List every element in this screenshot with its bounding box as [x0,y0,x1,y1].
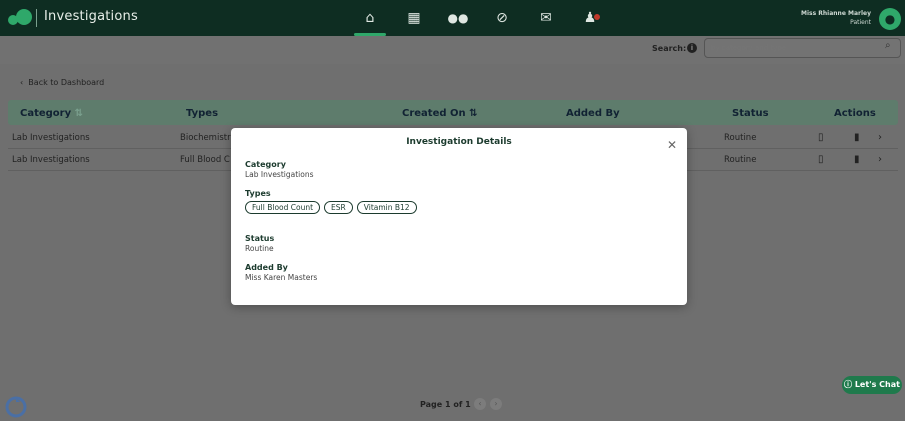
pdf-icon[interactable]: ▯ [818,154,824,165]
top-bar: Investigations ⌂ ▦ ●● ⊘ ✉ ♟ Miss Rhianne… [0,0,905,36]
cell-category: Lab Investigations [12,155,90,165]
column-added-by: Added By [566,108,620,119]
back-label: Back to Dashboard [28,78,105,87]
prev-page-button[interactable]: ‹ [474,398,486,410]
close-icon[interactable]: ✕ [667,138,677,152]
cell-status: Routine [724,155,757,165]
status-value: Routine [245,244,274,253]
cell-types: Full Blood C [180,155,230,165]
type-chip: ESR [324,201,353,214]
chevron-right-icon[interactable]: › [878,154,882,165]
search-label: Search: [652,44,687,53]
pdf-icon[interactable]: ▯ [818,132,824,143]
lets-chat-button[interactable]: ⓘ Let's Chat [842,376,902,394]
column-created-on[interactable]: Created On ⇅ [402,108,478,119]
sort-icon: ⇅ [469,108,478,119]
type-chip: Vitamin B12 [356,201,417,214]
mail-icon: ✉ [540,10,552,26]
added-by-label: Added By [245,263,288,272]
avatar[interactable]: ● [879,8,901,30]
link-icon: ⊘ [496,10,508,26]
sort-icon: ⇅ [74,108,84,119]
document-icon[interactable]: ▮ [854,154,860,165]
nav-people[interactable]: ●● [436,0,480,36]
app-title: Investigations [44,9,138,24]
added-by-value: Miss Karen Masters [245,273,318,282]
nav-home[interactable]: ⌂ [348,0,392,36]
type-chip: Full Blood Count [245,201,321,214]
calendar-icon: ▦ [407,10,421,26]
table-header: Category ⇅ Types Created On ⇅ Added By S… [8,100,898,125]
chevron-right-icon[interactable]: › [878,132,882,143]
column-types: Types [186,108,219,119]
investigation-details-modal: Investigation Details ✕ Category Lab Inv… [231,128,687,305]
user-role: Patient [850,19,871,26]
back-to-dashboard-link[interactable]: ‹ Back to Dashboard [20,78,104,87]
cell-category: Lab Investigations [12,133,90,143]
nav-notifications[interactable]: ♟ [568,0,612,36]
category-value: Lab Investigations [245,170,314,179]
notification-dot [594,14,600,20]
user-name: Miss Rhianne Marley [801,10,871,17]
header-label: Category [20,108,72,119]
info-icon[interactable]: i [687,43,697,53]
people-icon: ●● [447,11,469,25]
search-icon[interactable]: ⌕ [885,40,897,54]
app-logo [8,9,32,27]
status-label: Status [245,234,275,243]
document-icon[interactable]: ▮ [854,132,860,143]
category-label: Category [245,160,286,169]
column-status: Status [732,108,769,119]
user-info[interactable]: Miss Rhianne Marley Patient [801,9,871,27]
search-input[interactable] [704,38,901,58]
nav-appointments[interactable]: ▦ [392,0,436,36]
nav-links[interactable]: ⊘ [480,0,524,36]
cell-status: Routine [724,133,757,143]
types-chips: Full Blood Count ESR Vitamin B12 [245,201,417,214]
help-icon: ⓘ [844,380,855,389]
next-page-button[interactable]: › [490,398,502,410]
main-nav: ⌂ ▦ ●● ⊘ ✉ ♟ [348,0,612,36]
cell-types: Biochemistr [180,133,231,143]
modal-title: Investigation Details [406,137,512,147]
column-category[interactable]: Category ⇅ [20,108,83,119]
page-indicator: Page 1 of 1 [420,400,471,409]
title-divider [36,9,37,27]
home-icon: ⌂ [365,10,375,26]
user-icon: ● [884,12,896,26]
chat-label: Let's Chat [854,380,900,389]
recaptcha-icon[interactable] [4,395,28,419]
header-label: Created On [402,108,466,119]
nav-messages[interactable]: ✉ [524,0,568,36]
types-label: Types [245,189,271,198]
column-actions: Actions [834,108,876,119]
